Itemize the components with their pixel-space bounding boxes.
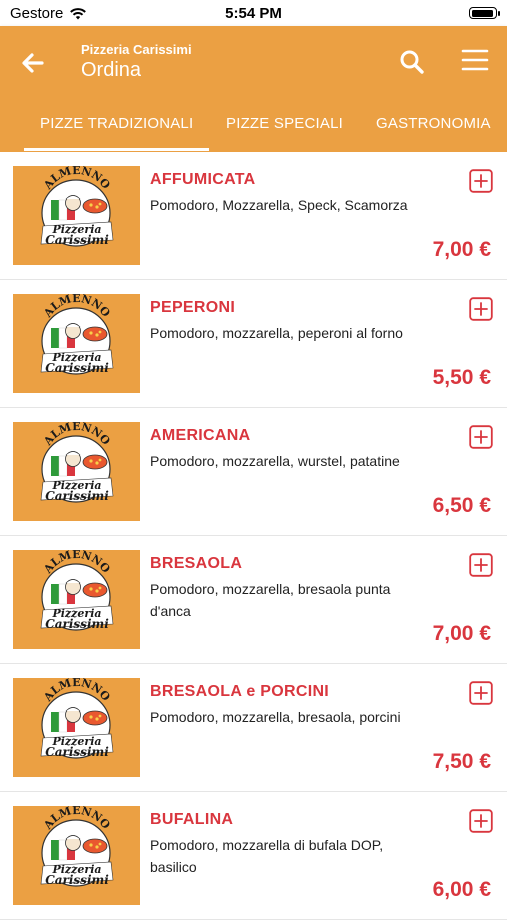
pizzeria-logo: ALMENNO Pizzeria Carissimi xyxy=(41,166,114,247)
product-image: ALMENNO Pizzeria Carissimi xyxy=(13,806,140,905)
product-price: 7,00 € xyxy=(432,238,491,261)
svg-text:Carissimi: Carissimi xyxy=(45,745,109,759)
pizzeria-logo: ALMENNO Pizzeria Carissimi xyxy=(41,550,114,631)
product-price: 7,50 € xyxy=(432,750,491,773)
plus-square-icon[interactable] xyxy=(469,297,493,321)
product-image: ALMENNO Pizzeria Carissimi xyxy=(13,422,140,521)
battery-icon xyxy=(469,7,500,19)
category-tabs: PIZZE TRADIZIONALI PIZZE SPECIALI GASTRO… xyxy=(0,108,507,152)
plus-square-icon[interactable] xyxy=(469,553,493,577)
menu-icon[interactable] xyxy=(461,46,489,74)
product-description: Pomodoro, mozzarella, wurstel, patatine xyxy=(150,453,400,469)
product-price: 6,00 € xyxy=(432,878,491,901)
product-list-item[interactable]: ALMENNO Pizzeria Carissimi AFFUMICATA Po… xyxy=(0,152,507,280)
product-description: Pomodoro, mozzarella, bresaola punta d'a… xyxy=(150,581,391,619)
product-description: Pomodoro, Mozzarella, Speck, Scamorza xyxy=(150,197,408,213)
pizzeria-logo: ALMENNO Pizzeria Carissimi xyxy=(41,294,114,375)
product-list-item[interactable]: ALMENNO Pizzeria Carissimi BRESAOLA Pomo… xyxy=(0,536,507,664)
product-image: ALMENNO Pizzeria Carissimi xyxy=(13,678,140,777)
status-bar: Gestore 5:54 PM xyxy=(0,0,507,26)
pizzeria-logo: ALMENNO Pizzeria Carissimi xyxy=(41,806,114,887)
svg-text:Carissimi: Carissimi xyxy=(45,873,109,887)
product-description: Pomodoro, mozzarella, peperoni al forno xyxy=(150,325,403,341)
product-price: 5,50 € xyxy=(432,366,491,389)
plus-square-icon[interactable] xyxy=(469,681,493,705)
pizzeria-logo: ALMENNO Pizzeria Carissimi xyxy=(41,422,114,503)
product-list-item[interactable]: ALMENNO Pizzeria Carissimi AMERICANA Pom… xyxy=(0,408,507,536)
clock: 5:54 PM xyxy=(225,5,282,22)
plus-square-icon[interactable] xyxy=(469,425,493,449)
plus-square-icon[interactable] xyxy=(469,809,493,833)
product-list-item[interactable]: ALMENNO Pizzeria Carissimi BRESAOLA e PO… xyxy=(0,664,507,792)
tab-pizze-speciali[interactable]: PIZZE SPECIALI xyxy=(226,115,343,132)
product-name: BRESAOLA xyxy=(150,555,243,572)
product-price: 6,50 € xyxy=(432,494,491,517)
tab-gastronomia[interactable]: GASTRONOMIA xyxy=(376,115,491,132)
svg-text:Carissimi: Carissimi xyxy=(45,489,109,503)
product-list-item[interactable]: ALMENNO Pizzeria Carissimi BUFALINA Pomo… xyxy=(0,792,507,920)
tab-pizze-tradizionali[interactable]: PIZZE TRADIZIONALI xyxy=(40,115,193,132)
app-header: Pizzeria Carissimi Ordina PIZZE TRADIZIO… xyxy=(0,26,507,152)
product-description: Pomodoro, mozzarella di bufala DOP, basi… xyxy=(150,837,384,875)
header-subtitle: Pizzeria Carissimi xyxy=(81,42,192,57)
product-description: Pomodoro, mozzarella, bresaola, porcini xyxy=(150,709,401,725)
arrow-left-icon[interactable] xyxy=(18,48,48,78)
active-tab-indicator xyxy=(24,148,209,151)
product-image: ALMENNO Pizzeria Carissimi xyxy=(13,294,140,393)
product-list-item[interactable]: ALMENNO Pizzeria Carissimi PEPERONI Pomo… xyxy=(0,280,507,408)
product-price: 7,00 € xyxy=(432,622,491,645)
svg-text:Carissimi: Carissimi xyxy=(45,233,109,247)
pizzeria-logo: ALMENNO Pizzeria Carissimi xyxy=(41,678,114,759)
product-name: AMERICANA xyxy=(150,427,251,444)
product-name: BUFALINA xyxy=(150,811,234,828)
page-title: Ordina xyxy=(81,59,142,81)
product-name: PEPERONI xyxy=(150,299,236,316)
product-image: ALMENNO Pizzeria Carissimi xyxy=(13,166,140,265)
search-icon[interactable] xyxy=(398,48,426,76)
svg-text:Carissimi: Carissimi xyxy=(45,617,109,631)
product-name: AFFUMICATA xyxy=(150,171,256,188)
product-name: BRESAOLA e PORCINI xyxy=(150,683,330,700)
svg-text:Carissimi: Carissimi xyxy=(45,361,109,375)
plus-square-icon[interactable] xyxy=(469,169,493,193)
product-image: ALMENNO Pizzeria Carissimi xyxy=(13,550,140,649)
